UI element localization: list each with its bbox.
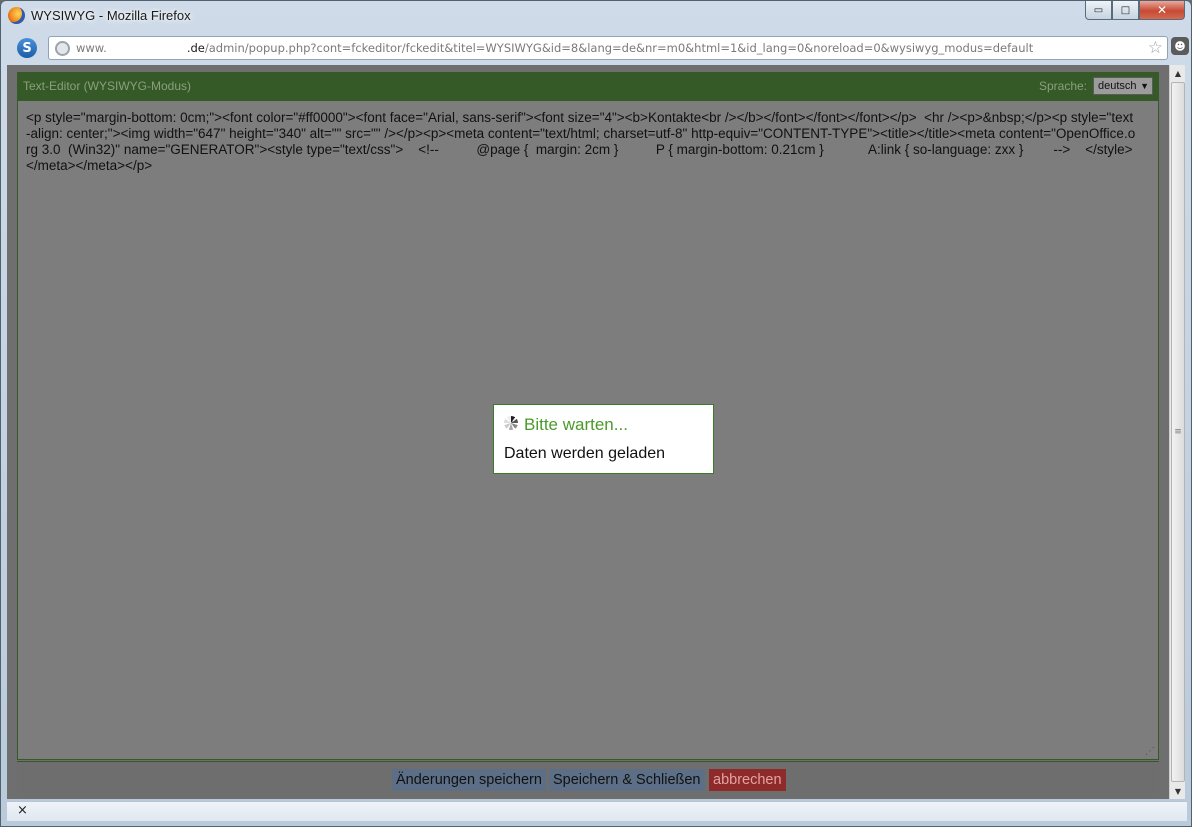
scroll-thumb[interactable]: ≡ <box>1171 82 1185 782</box>
close-button[interactable]: ✕ <box>1139 1 1185 20</box>
editor-title: Text-Editor (WYSIWYG-Modus) <box>23 79 192 93</box>
resize-grip-icon[interactable]: ⋰ <box>1145 746 1155 757</box>
url-prefix: www. <box>76 41 107 55</box>
window-title: WYSIWYG - Mozilla Firefox <box>31 8 191 23</box>
loading-dialog: Bitte warten... Daten werden geladen <box>493 404 714 474</box>
url-path: /admin/popup.php?cont=fckeditor/fckedit&… <box>204 41 1034 55</box>
addon-icon[interactable]: ☻ <box>1171 37 1189 55</box>
chevron-down-icon: ▼ <box>1140 81 1149 91</box>
save-changes-button[interactable]: Änderungen speichern <box>392 769 546 791</box>
url-text[interactable]: www. .de/admin/popup.php?cont=fckeditor/f… <box>76 41 1033 55</box>
language-select[interactable]: deutsch ▼ <box>1093 77 1153 95</box>
window-controls: ▭ □ ✕ <box>1085 1 1185 20</box>
status-bar: × <box>7 801 1187 821</box>
vertical-scrollbar[interactable]: ▲ ≡ ▼ <box>1169 65 1185 799</box>
minimize-button[interactable]: ▭ <box>1085 1 1112 20</box>
cancel-button[interactable]: abbrechen <box>709 769 786 791</box>
site-identity-icon[interactable]: S <box>17 38 37 58</box>
scroll-down-icon[interactable]: ▼ <box>1170 783 1186 799</box>
navigation-bar: S www. .de/admin/popup.php?cont=fckeditor… <box>7 33 1189 63</box>
maximize-button[interactable]: □ <box>1112 1 1139 20</box>
editor-source-text[interactable]: <p style="margin-bottom: 0cm;"><font col… <box>26 110 1136 174</box>
firefox-icon <box>8 7 25 24</box>
title-bar: WYSIWYG - Mozilla Firefox ▭ □ ✕ <box>1 1 1191 31</box>
editor-footer: Änderungen speichern Speichern & Schließ… <box>17 761 1159 797</box>
language-select-value: deutsch <box>1098 80 1137 92</box>
language-label: Sprache: <box>1038 79 1087 93</box>
spinner-icon <box>504 416 518 430</box>
close-icon[interactable]: × <box>17 803 28 818</box>
browser-window: WYSIWYG - Mozilla Firefox ▭ □ ✕ S www. .d… <box>0 0 1192 827</box>
save-and-close-button[interactable]: Speichern & Schließen <box>549 769 705 791</box>
editor-header: Text-Editor (WYSIWYG-Modus) Sprache: deu… <box>17 72 1159 100</box>
globe-icon[interactable] <box>55 41 70 56</box>
scroll-up-icon[interactable]: ▲ <box>1170 65 1186 81</box>
loading-message: Daten werden geladen <box>504 445 666 462</box>
url-bar[interactable]: www. .de/admin/popup.php?cont=fckeditor/f… <box>48 36 1168 60</box>
url-host: .de <box>186 41 205 55</box>
bookmark-star-icon[interactable]: ☆ <box>1148 38 1163 58</box>
loading-title: Bitte warten... <box>524 415 628 434</box>
